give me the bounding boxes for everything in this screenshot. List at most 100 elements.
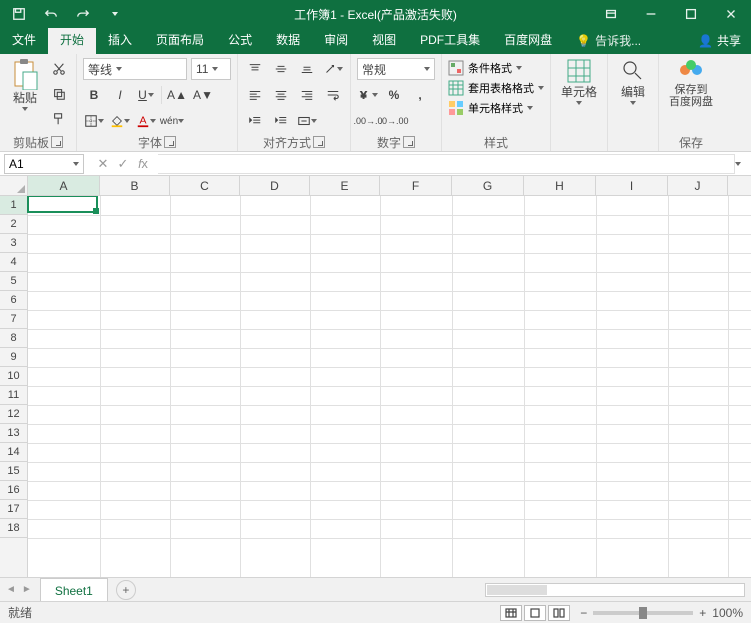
- sheet-nav[interactable]: ◄►: [6, 584, 32, 595]
- accounting-format-button[interactable]: ¥: [357, 84, 379, 106]
- col-header-I[interactable]: I: [596, 176, 668, 195]
- zoom-out-button[interactable]: −: [580, 606, 587, 620]
- ribbon-options-button[interactable]: [591, 0, 631, 28]
- conditional-format-button[interactable]: 条件格式: [448, 60, 544, 76]
- comma-button[interactable]: ,: [409, 84, 431, 106]
- editing-button[interactable]: 编辑: [614, 56, 652, 107]
- italic-button[interactable]: I: [109, 84, 131, 106]
- redo-button[interactable]: [68, 0, 98, 28]
- minimize-button[interactable]: [631, 0, 671, 28]
- name-box[interactable]: A1: [4, 154, 84, 174]
- row-header-1[interactable]: 1: [0, 196, 27, 215]
- row-header-13[interactable]: 13: [0, 424, 27, 443]
- row-header-3[interactable]: 3: [0, 234, 27, 253]
- align-right-button[interactable]: [296, 84, 318, 106]
- row-header-9[interactable]: 9: [0, 348, 27, 367]
- paste-button[interactable]: 粘贴: [6, 56, 44, 113]
- font-dialog-launcher[interactable]: [164, 136, 176, 148]
- col-header-D[interactable]: D: [240, 176, 310, 195]
- orientation-button[interactable]: [322, 58, 344, 80]
- alignment-dialog-launcher[interactable]: [313, 136, 325, 148]
- page-break-button[interactable]: [548, 605, 570, 621]
- row-header-6[interactable]: 6: [0, 291, 27, 310]
- tab-页面布局[interactable]: 页面布局: [144, 26, 216, 54]
- row-header-2[interactable]: 2: [0, 215, 27, 234]
- col-header-E[interactable]: E: [310, 176, 380, 195]
- format-painter-button[interactable]: [48, 108, 70, 130]
- baidu-save-button[interactable]: 保存到 百度网盘: [665, 56, 717, 110]
- row-header-18[interactable]: 18: [0, 519, 27, 538]
- undo-button[interactable]: [36, 0, 66, 28]
- row-header-10[interactable]: 10: [0, 367, 27, 386]
- cells-button[interactable]: 单元格: [557, 56, 601, 107]
- normal-view-button[interactable]: [500, 605, 522, 621]
- font-color-button[interactable]: A: [135, 110, 157, 132]
- selected-cell[interactable]: [27, 196, 98, 213]
- tab-插入[interactable]: 插入: [96, 26, 144, 54]
- cells-area[interactable]: [28, 196, 751, 577]
- select-all-corner[interactable]: [0, 176, 28, 195]
- fill-color-button[interactable]: [109, 110, 131, 132]
- decrease-font-button[interactable]: A▼: [192, 84, 214, 106]
- maximize-button[interactable]: [671, 0, 711, 28]
- increase-decimal-button[interactable]: .00→.0: [357, 110, 379, 132]
- cut-button[interactable]: [48, 58, 70, 80]
- sheet-tab[interactable]: Sheet1: [40, 578, 108, 602]
- merge-button[interactable]: [296, 110, 318, 132]
- tab-视图[interactable]: 视图: [360, 26, 408, 54]
- tab-审阅[interactable]: 审阅: [312, 26, 360, 54]
- font-name-combo[interactable]: 等线: [83, 58, 187, 80]
- increase-font-button[interactable]: A▲: [166, 84, 188, 106]
- zoom-in-button[interactable]: +: [699, 606, 706, 620]
- font-size-combo[interactable]: 11: [191, 58, 231, 80]
- formula-input[interactable]: [158, 154, 735, 174]
- col-header-H[interactable]: H: [524, 176, 596, 195]
- wrap-text-button[interactable]: [322, 84, 344, 106]
- number-format-combo[interactable]: 常规: [357, 58, 435, 80]
- cancel-formula-icon[interactable]: ✕: [94, 156, 112, 172]
- align-middle-button[interactable]: [270, 58, 292, 80]
- tab-公式[interactable]: 公式: [216, 26, 264, 54]
- row-header-8[interactable]: 8: [0, 329, 27, 348]
- align-center-button[interactable]: [270, 84, 292, 106]
- row-header-12[interactable]: 12: [0, 405, 27, 424]
- borders-button[interactable]: [83, 110, 105, 132]
- clipboard-dialog-launcher[interactable]: [51, 136, 63, 148]
- decrease-indent-button[interactable]: [244, 110, 266, 132]
- col-header-F[interactable]: F: [380, 176, 452, 195]
- expand-formula-button[interactable]: [735, 162, 751, 166]
- page-layout-button[interactable]: [524, 605, 546, 621]
- decrease-decimal-button[interactable]: .0→.00: [383, 110, 405, 132]
- align-bottom-button[interactable]: [296, 58, 318, 80]
- number-dialog-launcher[interactable]: [403, 136, 415, 148]
- col-header-A[interactable]: A: [28, 176, 100, 195]
- tell-me[interactable]: 💡告诉我...: [568, 27, 649, 54]
- row-header-14[interactable]: 14: [0, 443, 27, 462]
- percent-button[interactable]: %: [383, 84, 405, 106]
- row-header-15[interactable]: 15: [0, 462, 27, 481]
- row-header-17[interactable]: 17: [0, 500, 27, 519]
- share-button[interactable]: 👤共享: [688, 27, 751, 54]
- row-header-7[interactable]: 7: [0, 310, 27, 329]
- fx-icon[interactable]: fx: [134, 156, 152, 172]
- underline-button[interactable]: U: [135, 84, 157, 106]
- row-header-11[interactable]: 11: [0, 386, 27, 405]
- align-top-button[interactable]: [244, 58, 266, 80]
- enter-formula-icon[interactable]: ✓: [114, 156, 132, 172]
- table-format-button[interactable]: 套用表格格式: [448, 80, 544, 96]
- row-header-16[interactable]: 16: [0, 481, 27, 500]
- tab-百度网盘[interactable]: 百度网盘: [492, 26, 564, 54]
- tab-PDF工具集[interactable]: PDF工具集: [408, 26, 492, 54]
- qat-customize-button[interactable]: [100, 0, 130, 28]
- add-sheet-button[interactable]: +: [116, 580, 136, 600]
- horizontal-scrollbar[interactable]: [485, 583, 745, 597]
- row-header-5[interactable]: 5: [0, 272, 27, 291]
- cell-styles-button[interactable]: 单元格样式: [448, 100, 544, 116]
- col-header-C[interactable]: C: [170, 176, 240, 195]
- align-left-button[interactable]: [244, 84, 266, 106]
- save-button[interactable]: [4, 0, 34, 28]
- zoom-slider[interactable]: [593, 611, 693, 615]
- col-header-G[interactable]: G: [452, 176, 524, 195]
- close-button[interactable]: [711, 0, 751, 28]
- zoom-control[interactable]: − + 100%: [580, 606, 743, 620]
